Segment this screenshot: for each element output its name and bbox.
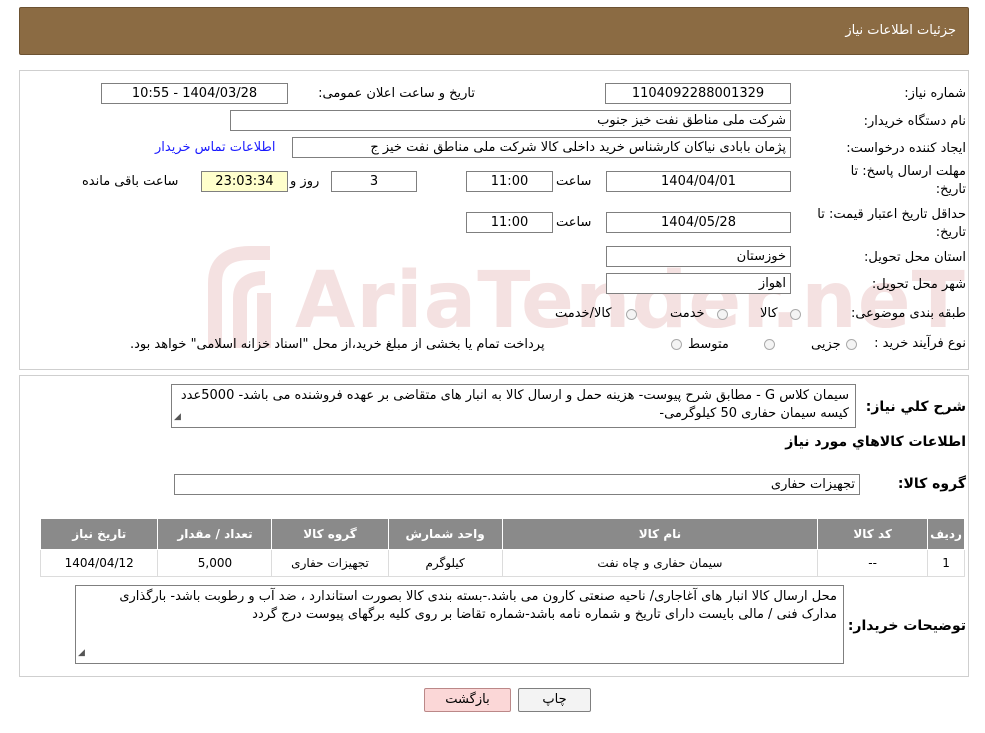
deadline-days-field: 3	[331, 171, 417, 192]
price-validity-label-line1: حداقل تاریخ اعتبار قیمت: تا	[817, 207, 966, 222]
items-section-title: اطلاعات کالاهاي مورد نياز	[785, 434, 966, 450]
deadline-date-field: 1404/04/01	[606, 171, 791, 192]
need-number-label: شماره نیاز:	[904, 86, 966, 101]
col-code: کد کالا	[817, 518, 929, 550]
category-service-radio[interactable]	[717, 309, 728, 320]
goods-group-label: گروه کالا:	[897, 476, 966, 492]
category-label: طبقه بندی موضوعی:	[850, 306, 966, 321]
treasury-payment-checkbox[interactable]	[671, 339, 682, 350]
col-qty: تعداد / مقدار	[157, 518, 273, 550]
remaining-time-label: ساعت باقی مانده	[82, 174, 179, 189]
category-goods-service-radio[interactable]	[626, 309, 637, 320]
table-row: 1 -- سیمان حفاری و چاه نفت کیلوگرم تجهیز…	[39, 549, 965, 577]
col-group: گروه کالا	[271, 518, 389, 550]
items-table: ردیف کد کالا نام کالا واحد شمارش گروه کا…	[39, 518, 965, 577]
city-field: اهواز	[606, 273, 791, 294]
resize-grip-icon: ◢	[174, 412, 181, 422]
deadline-time-field: 11:00	[466, 171, 553, 192]
cell-group: تجهیزات حفاری	[271, 549, 389, 577]
province-field: خوزستان	[606, 246, 791, 267]
city-label: شهر محل تحویل:	[871, 277, 966, 292]
announce-datetime-field: 1404/03/28 - 10:55	[101, 83, 288, 104]
col-unit: واحد شمارش	[387, 518, 503, 550]
process-partial-radio[interactable]	[846, 339, 857, 350]
goods-group-field: تجهیزات حفاری	[174, 474, 860, 495]
process-medium-label: متوسط	[688, 337, 729, 352]
province-label: استان محل تحویل:	[864, 250, 966, 265]
category-service-label: خدمت	[670, 306, 705, 321]
buyer-notes-label: توضیحات خریدار:	[847, 618, 966, 634]
description-textarea[interactable]: سیمان کلاس G - مطابق شرح پیوست- هزینه حم…	[171, 384, 856, 428]
buyer-notes-text: محل ارسال کالا انبار های آغاجاری/ ناحیه …	[119, 589, 837, 622]
resize-grip-icon: ◢	[78, 648, 85, 658]
buyer-contact-link[interactable]: اطلاعات تماس خریدار	[155, 140, 275, 155]
deadline-days-label: روز و	[290, 174, 320, 189]
deadline-time-label: ساعت	[556, 174, 592, 189]
back-button[interactable]: بازگشت	[424, 688, 511, 712]
cell-unit: کیلوگرم	[387, 549, 503, 577]
print-button[interactable]: چاپ	[518, 688, 591, 712]
price-validity-label-line2: تاریخ:	[935, 225, 966, 240]
requester-field: پژمان بابادی نیاکان کارشناس خرید داخلی ک…	[292, 137, 791, 158]
cell-name: سیمان حفاری و چاه نفت	[501, 549, 819, 577]
items-table-header: ردیف کد کالا نام کالا واحد شمارش گروه کا…	[39, 518, 965, 550]
col-row: ردیف	[927, 518, 965, 550]
price-validity-date-field: 1404/05/28	[606, 212, 791, 233]
buyer-notes-textarea[interactable]: محل ارسال کالا انبار های آغاجاری/ ناحیه …	[75, 585, 844, 664]
category-goods-service-label: کالا/خدمت	[555, 306, 612, 321]
treasury-payment-note: پرداخت تمام یا بخشی از مبلغ خرید،از محل …	[130, 337, 545, 352]
category-goods-label: کالا	[760, 306, 778, 321]
process-partial-label: جزیی	[811, 337, 841, 352]
price-validity-time-label: ساعت	[556, 215, 592, 230]
requester-label: ایجاد کننده درخواست:	[846, 141, 966, 156]
deadline-label-line1: مهلت ارسال پاسخ: تا	[850, 164, 966, 179]
remaining-time-field: 23:03:34	[201, 171, 288, 192]
need-number-field: 1104092288001329	[605, 83, 791, 104]
announce-datetime-label: تاریخ و ساعت اعلان عمومی:	[318, 86, 475, 101]
page-header: جزئیات اطلاعات نیاز	[19, 7, 969, 55]
cell-qty: 5,000	[157, 549, 273, 577]
price-validity-time-field: 11:00	[466, 212, 553, 233]
col-date: تاریخ نیاز	[39, 518, 159, 550]
cell-row: 1	[927, 549, 965, 577]
description-label: شرح کلي نياز:	[865, 399, 966, 415]
page-title: جزئیات اطلاعات نیاز	[845, 23, 956, 38]
cell-code: --	[817, 549, 929, 577]
deadline-label-line2: تاریخ:	[935, 182, 966, 197]
process-medium-radio[interactable]	[764, 339, 775, 350]
category-goods-radio[interactable]	[790, 309, 801, 320]
description-text: سیمان کلاس G - مطابق شرح پیوست- هزینه حم…	[180, 388, 849, 421]
process-type-label: نوع فرآیند خرید :	[874, 336, 966, 351]
buyer-org-label: نام دستگاه خریدار:	[863, 114, 966, 129]
cell-date: 1404/04/12	[39, 549, 159, 577]
col-name: نام کالا	[501, 518, 819, 550]
buyer-org-field: شرکت ملی مناطق نفت خیز جنوب	[230, 110, 791, 131]
